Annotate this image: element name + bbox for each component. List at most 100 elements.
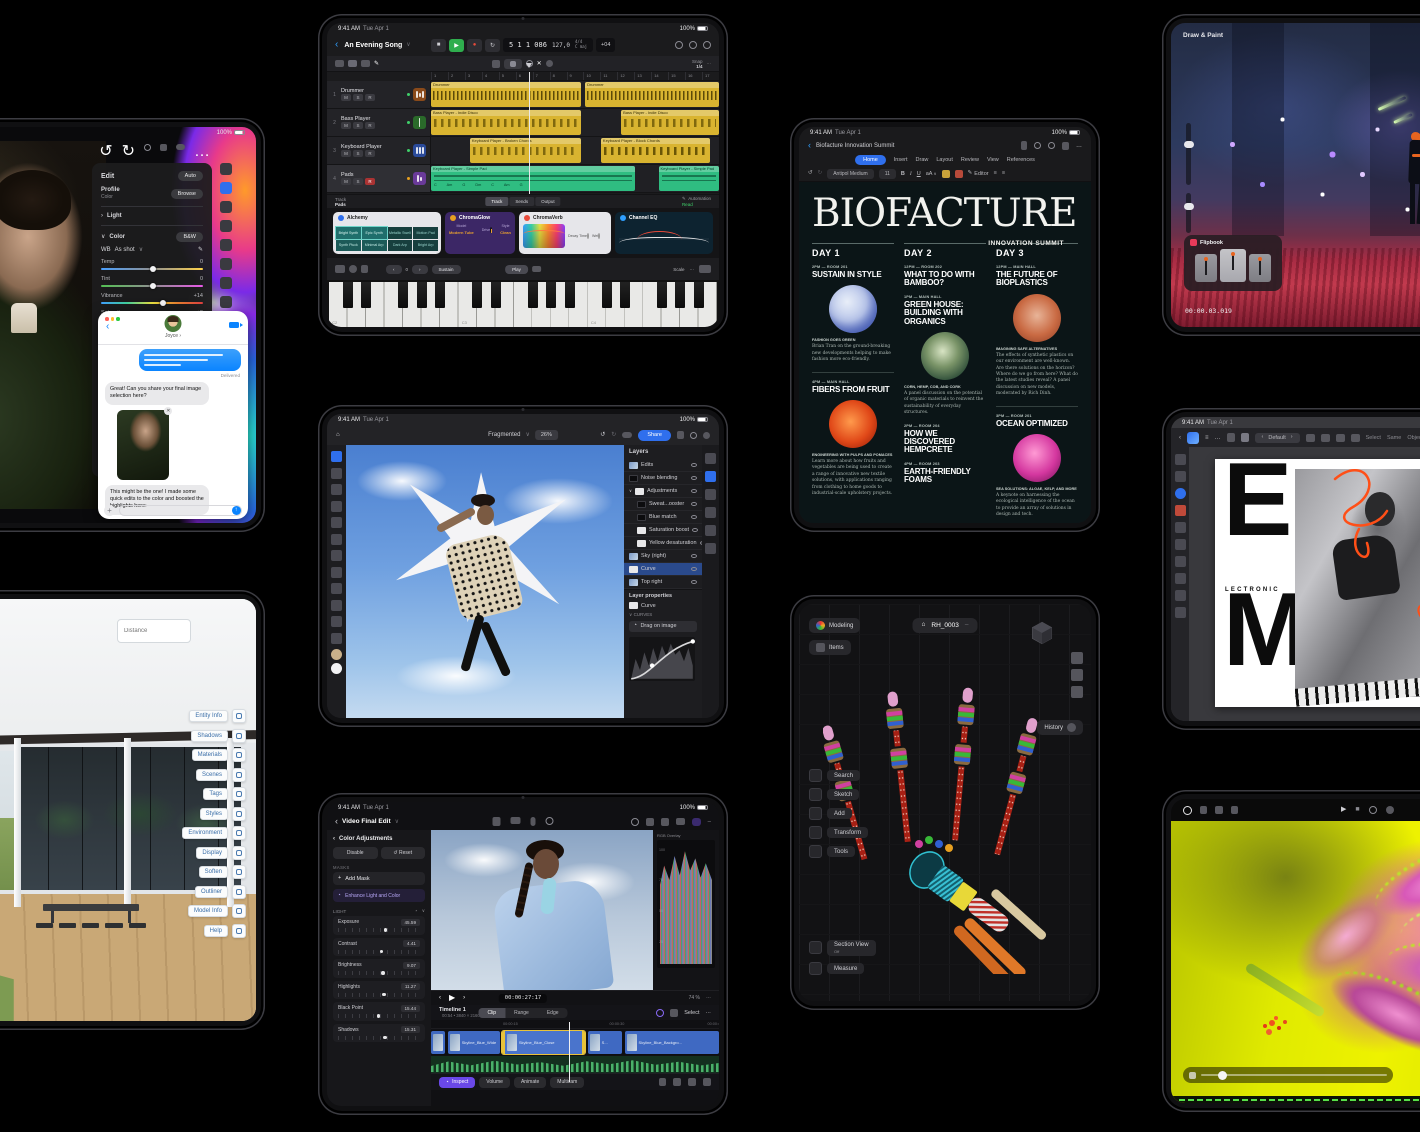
environment-button[interactable]: Environment (182, 826, 246, 840)
layer-row[interactable]: Noise blending (624, 472, 702, 485)
alchemy-plugin[interactable]: Alchemy Bright SynthEpic SynthMetallic S… (333, 212, 441, 254)
section-view-button[interactable]: Section ViewOff (809, 940, 876, 957)
layers-panel-icon[interactable] (705, 471, 716, 482)
pointer-tool-icon[interactable] (1227, 433, 1235, 442)
curves-graph[interactable] (629, 637, 695, 681)
crop-tool[interactable] (331, 583, 342, 594)
clip-selected[interactable]: Skyline_Blue_Close (502, 1031, 586, 1054)
brush-tool[interactable] (331, 501, 342, 512)
wb-value[interactable]: As shot (115, 247, 135, 253)
layer-row[interactable]: Sweat...ooster (624, 498, 702, 511)
layer-row[interactable]: Top right (624, 576, 702, 589)
loop-icon[interactable] (656, 1009, 664, 1017)
facetime-icon[interactable] (229, 322, 239, 328)
keyboard-size-icon[interactable] (699, 265, 711, 273)
drive-knob[interactable] (490, 227, 492, 233)
chromaverb-plugin[interactable]: ChromaVerb Decay TimeWet (519, 212, 611, 254)
minimize-icon[interactable] (703, 41, 711, 49)
piano-keyboard[interactable]: C2 C3 C4 (327, 280, 719, 327)
timeline-playhead[interactable] (569, 1022, 570, 1082)
visibility-icon[interactable] (691, 554, 697, 558)
visibility-icon[interactable] (692, 528, 698, 532)
lasso-tool[interactable] (331, 484, 342, 495)
clip-partial[interactable] (431, 1031, 445, 1054)
properties-panel-icon[interactable] (705, 453, 716, 464)
avatar[interactable] (165, 315, 182, 332)
timeline-name[interactable]: Timeline 1 (439, 1007, 466, 1013)
sustain-button[interactable]: Sustain (432, 265, 461, 274)
eraser-tool[interactable] (331, 534, 342, 545)
camera-icon[interactable] (511, 817, 521, 824)
animate-button[interactable]: Animate (514, 1077, 546, 1088)
comments-panel-icon[interactable] (705, 507, 716, 518)
export-icon[interactable] (677, 431, 684, 439)
audio-track[interactable] (431, 1056, 719, 1073)
case-button[interactable]: aA ∨ (926, 171, 937, 177)
clip[interactable]: Skyline_Blue_Wide (448, 1031, 500, 1054)
orientation-cube[interactable] (1029, 620, 1055, 646)
record-take-icon[interactable] (335, 265, 345, 273)
scenes-button[interactable]: Scenes (196, 768, 246, 782)
io-display[interactable]: +04 (596, 38, 615, 52)
reset-button[interactable]: ↺ Reset (381, 847, 426, 859)
metronome-icon[interactable] (349, 265, 357, 273)
inspect-button[interactable]: ⋆Inspect (439, 1077, 475, 1088)
noise-icon[interactable] (220, 277, 232, 289)
timeline-ruler[interactable]: 00:00:15 00:00:30 00:00:45 (431, 1020, 719, 1029)
viewer[interactable] (431, 830, 653, 990)
minimize-icon[interactable]: – (708, 819, 711, 825)
pen-tool[interactable] (1175, 488, 1186, 499)
shape-tool[interactable] (331, 616, 342, 627)
copy-tool-icon[interactable] (492, 60, 500, 68)
layer-row[interactable]: Blue match (624, 511, 702, 524)
remove-attachment-icon[interactable]: ✕ (164, 407, 172, 415)
back-icon[interactable]: ‹ (1179, 435, 1181, 441)
next-frame-button[interactable]: › (463, 995, 465, 1001)
move-tool[interactable] (331, 451, 342, 462)
font-color-icon[interactable] (955, 170, 963, 178)
decay-knob[interactable] (587, 233, 589, 239)
object-menu[interactable]: Object (1407, 435, 1420, 441)
exposure-slider[interactable]: Exposure45.59 (333, 916, 425, 935)
record-icon[interactable] (1369, 806, 1377, 814)
settings-icon[interactable] (1386, 806, 1394, 814)
chromaglow-plugin[interactable]: ChromaGlow ModelModern TubeDriveStyleCle… (445, 212, 515, 254)
undo-icon[interactable]: ↺ (808, 171, 813, 177)
export-panel-icon[interactable] (705, 543, 716, 554)
measure-button[interactable]: Measure (809, 962, 876, 975)
track-row-drummer[interactable]: 1DrummerMSR DrummerDrummer (327, 81, 719, 109)
redo-icon[interactable]: ↻ (818, 171, 823, 177)
pencil-icon[interactable]: ✎ (374, 61, 379, 67)
text-tool[interactable] (1175, 556, 1186, 567)
back-icon[interactable]: ‹ (808, 141, 811, 150)
search-icon[interactable] (1048, 142, 1055, 149)
trash-icon[interactable] (361, 265, 368, 273)
healing-tool[interactable] (331, 550, 342, 561)
settings-icon[interactable] (703, 432, 710, 439)
layer-row[interactable]: Yellow desaturation (624, 537, 702, 550)
add-mask-button[interactable]: +Add Mask (333, 872, 425, 885)
redo-icon[interactable]: ↻ (611, 432, 616, 438)
mirror-icon[interactable] (1321, 434, 1330, 442)
font-name[interactable]: Antipol Medium (827, 169, 873, 179)
bar-ruler[interactable]: 1234567891011121314151617 (431, 72, 719, 81)
highlight-icon[interactable] (942, 170, 950, 178)
octave-up[interactable]: › (412, 265, 428, 274)
zoom-level[interactable]: 74 % (689, 995, 700, 1001)
recents-icon[interactable] (689, 41, 697, 49)
cloud-sync-icon[interactable] (176, 144, 185, 150)
outliner-button[interactable]: Outliner (195, 885, 246, 899)
app-icon[interactable] (1187, 432, 1199, 444)
glue-tool-icon[interactable] (546, 60, 553, 67)
ideas-icon[interactable] (1034, 142, 1041, 149)
italic-button[interactable]: I (910, 171, 912, 177)
settings-icon[interactable] (675, 41, 683, 49)
layer-row[interactable]: Edits (624, 459, 702, 472)
send-button[interactable]: ↑ (232, 506, 241, 515)
tab-review[interactable]: Review (961, 157, 979, 163)
add-item[interactable]: Add (809, 807, 868, 820)
flipbook-frame[interactable] (1195, 254, 1217, 282)
fade-tool-pill[interactable] (504, 59, 522, 69)
enhance-icon-selected[interactable] (692, 818, 701, 826)
copy-icon[interactable] (670, 1009, 678, 1017)
